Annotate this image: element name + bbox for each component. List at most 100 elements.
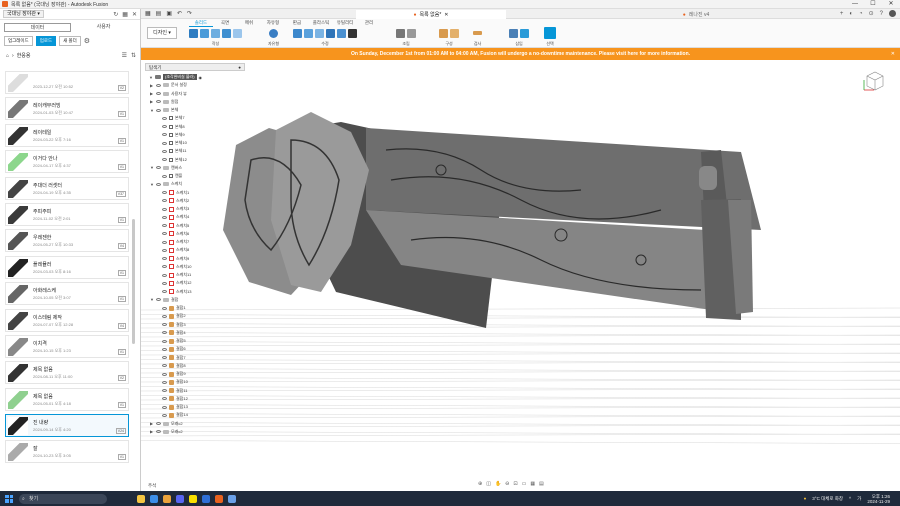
model-canvas[interactable]: 탐색기 ● ▼ (조각완비실 블라) ◉ ▶ 문서 설정 ▶ 사용자 뷰 ▶ 원점 ▼ 본체 본… xyxy=(141,60,900,491)
file-menu-icon[interactable]: ▤ xyxy=(156,10,162,17)
expand-arrow-icon[interactable]: ▼ xyxy=(150,108,154,113)
tree-node[interactable]: 본체12 xyxy=(162,156,187,164)
version-badge[interactable]: V1 xyxy=(117,137,126,144)
zoom-icon[interactable]: ⊖ xyxy=(505,481,509,487)
tree-node[interactable]: ▶ 사용자 뷰 xyxy=(150,90,187,98)
tree-node[interactable]: 결합9 xyxy=(162,370,186,378)
group-inspect-label[interactable]: 검사 xyxy=(474,41,481,47)
visibility-eye-icon[interactable] xyxy=(156,108,161,112)
tree-node[interactable]: 결합3 xyxy=(162,321,186,329)
combine-icon[interactable] xyxy=(337,28,346,38)
taskbar-search[interactable]: ⌕ 찾기 xyxy=(19,493,107,504)
tree-node[interactable]: 결합8 xyxy=(162,362,186,370)
version-badge[interactable]: V1 xyxy=(117,401,126,408)
doc-tab-inactive[interactable]: ● 레나진 v4 xyxy=(646,10,746,19)
breadcrumb-folder[interactable]: 한응용 xyxy=(17,52,31,59)
version-badge[interactable]: V1 xyxy=(117,111,126,118)
collapse-arrow-icon[interactable]: ▼ xyxy=(149,75,153,80)
visibility-eye-icon[interactable] xyxy=(162,207,167,211)
tree-node[interactable]: 스케치2 xyxy=(162,197,189,205)
banner-close-icon[interactable]: ✕ xyxy=(891,48,895,60)
ime-indicator[interactable]: 가 xyxy=(857,496,861,502)
visibility-eye-icon[interactable] xyxy=(162,339,167,343)
redo-icon[interactable]: ↷ xyxy=(187,10,192,17)
fit-icon[interactable]: ⊡ xyxy=(513,481,517,487)
visibility-eye-icon[interactable] xyxy=(162,158,167,161)
tree-node[interactable]: 스케치13 xyxy=(162,288,192,296)
grid-icon[interactable]: ▦ xyxy=(122,11,128,18)
expand-arrow-icon[interactable]: ▼ xyxy=(150,165,154,170)
tree-node[interactable]: 결합4 xyxy=(162,329,186,337)
file-card[interactable]: 잘 2024-10-23 오후 3:05 V1 xyxy=(5,440,129,464)
file-card[interactable]: 레이테일 2024-03-22 오후 7:16 V1 xyxy=(5,123,129,147)
visibility-eye-icon[interactable] xyxy=(162,215,167,219)
visibility-eye-icon[interactable] xyxy=(162,240,167,244)
tree-node[interactable]: 결합2 xyxy=(162,312,186,320)
fillet-icon[interactable] xyxy=(304,28,313,38)
visibility-eye-icon[interactable] xyxy=(162,273,167,277)
tree-node[interactable]: 결합5 xyxy=(162,337,186,345)
file-card[interactable]: 레이캐부러빙 2024-01-03 오전 10:47 V1 xyxy=(5,97,129,121)
visibility-eye-icon[interactable] xyxy=(162,380,167,384)
grid-settings-icon[interactable]: ▦ xyxy=(530,481,535,487)
viewport-graphics[interactable] xyxy=(141,60,900,491)
tree-node[interactable]: 스케치7 xyxy=(162,238,189,246)
display-settings-icon[interactable]: ▭ xyxy=(522,481,527,487)
file-card[interactable]: 이거다 안나 2024-04-17 오후 4:37 V1 xyxy=(5,150,129,174)
file-card[interactable]: 진 내량 2024-09-14 오후 4:20 V24 xyxy=(5,414,129,438)
visibility-eye-icon[interactable] xyxy=(162,191,167,194)
visibility-eye-icon[interactable] xyxy=(162,290,167,293)
weather-text[interactable]: 3°C 대체로 화창 xyxy=(812,496,843,502)
tree-node[interactable]: 결합1 xyxy=(162,304,186,312)
tree-node[interactable]: 스케치9 xyxy=(162,255,189,263)
visibility-eye-icon[interactable] xyxy=(162,149,167,153)
visibility-eye-icon[interactable] xyxy=(162,347,167,351)
maximize-button[interactable]: ☐ xyxy=(864,0,882,9)
visibility-eye-icon[interactable] xyxy=(156,430,161,434)
expand-arrow-icon[interactable]: ▶ xyxy=(150,421,154,426)
tree-node[interactable]: 결합7 xyxy=(162,354,186,362)
visibility-eye-icon[interactable] xyxy=(156,182,161,186)
tab-form[interactable]: 자유형 xyxy=(261,20,285,27)
visibility-eye-icon[interactable] xyxy=(156,100,161,104)
windows-start-icon[interactable] xyxy=(5,494,13,503)
tab-manage[interactable]: 관리 xyxy=(357,20,381,27)
tree-node[interactable]: 본체7 xyxy=(162,114,185,122)
workspace-dropdown[interactable]: 디자인 ▾ xyxy=(147,27,177,39)
doc-tab-active[interactable]: ● 목록 없음* ✕ xyxy=(356,10,506,19)
tree-node[interactable]: 본체8 xyxy=(162,123,185,131)
version-badge[interactable]: V2 xyxy=(117,85,126,91)
tree-node[interactable]: 본체11 xyxy=(162,147,187,155)
visibility-eye-icon[interactable] xyxy=(156,298,161,302)
tree-root[interactable]: ▼ (조각완비실 블라) ◉ xyxy=(149,73,202,81)
home-icon[interactable]: ⌂ xyxy=(6,53,9,59)
hole-icon[interactable] xyxy=(222,28,231,38)
pan-icon[interactable]: ✋ xyxy=(495,481,501,487)
form-icon[interactable] xyxy=(269,28,279,38)
version-badge[interactable]: V1 xyxy=(117,296,126,303)
tree-node[interactable]: 결합11 xyxy=(162,387,188,395)
group-create-label[interactable]: 작성 xyxy=(212,41,219,47)
visibility-eye-icon[interactable] xyxy=(162,248,167,252)
expand-arrow-icon[interactable]: ▶ xyxy=(150,429,154,434)
activate-radio-icon[interactable]: ◉ xyxy=(199,75,203,80)
upload-button[interactable]: 업로드 xyxy=(35,36,57,46)
tree-node[interactable]: 결합14 xyxy=(162,411,188,419)
viewcube[interactable] xyxy=(862,68,888,94)
refresh-icon[interactable]: ↻ xyxy=(113,11,118,18)
doc-tab-close-icon[interactable]: ✕ xyxy=(444,12,448,18)
avatar[interactable] xyxy=(889,10,896,17)
clock[interactable]: 오후 1:26 2024-11-29 xyxy=(867,494,890,504)
tree-node[interactable]: 스케치12 xyxy=(162,279,192,287)
visibility-eye-icon[interactable] xyxy=(162,405,167,409)
tree-node[interactable]: 결합10 xyxy=(162,378,188,386)
file-card[interactable]: 이치격 2024-10-15 오후 1:23 V1 xyxy=(5,334,129,358)
move-icon[interactable] xyxy=(348,28,357,38)
version-badge[interactable]: V4 xyxy=(117,243,126,250)
tab-data[interactable]: 데이터 xyxy=(4,23,71,32)
visibility-eye-icon[interactable] xyxy=(162,306,167,310)
pattern-icon[interactable] xyxy=(233,28,242,38)
version-badge[interactable]: V1 xyxy=(117,269,126,276)
visibility-eye-icon[interactable] xyxy=(162,224,167,227)
upgrade-button[interactable]: 업그레이드 xyxy=(4,36,33,46)
